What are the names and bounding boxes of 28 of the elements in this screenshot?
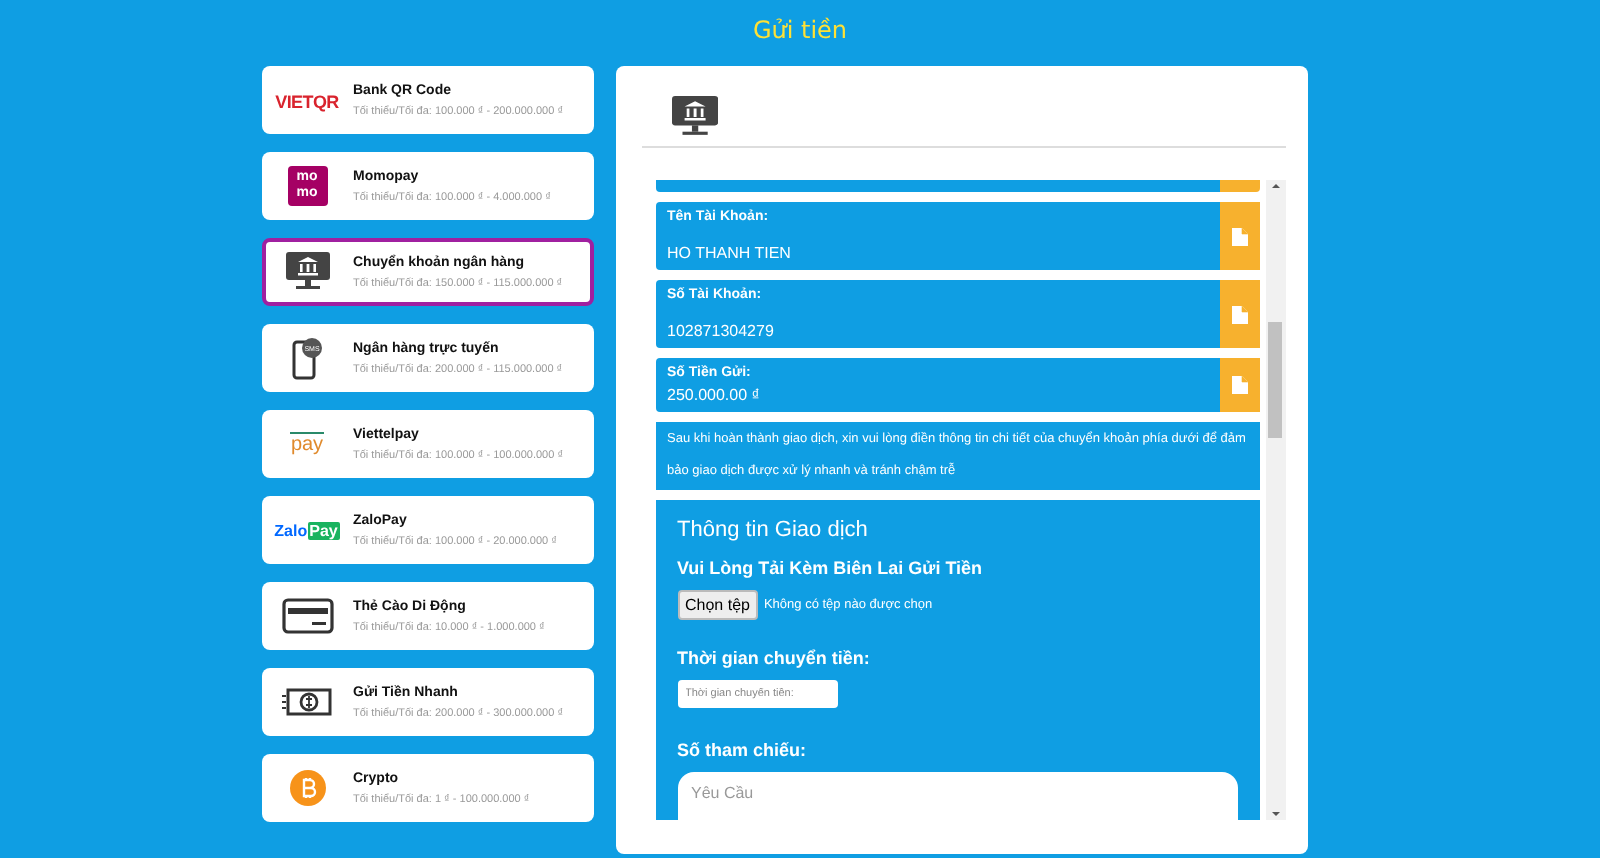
form-title: Thông tin Giao dịch [677, 518, 870, 542]
reference-input-field[interactable]: Yêu Cầu [677, 772, 1237, 820]
copy-icon [1231, 376, 1247, 394]
bank-monitor-icon [671, 95, 718, 137]
detail-value: 102871304279 [667, 322, 776, 340]
bank-monitor-icon [285, 252, 329, 292]
copy-icon [1231, 227, 1247, 245]
zalopay-logo: ZaloPay [274, 521, 340, 539]
card-icon [281, 598, 333, 634]
page-title: Gửi tiền [752, 16, 848, 48]
scrollbar[interactable] [1265, 180, 1285, 820]
copy-icon [1231, 305, 1247, 323]
viettelpay-logo: pay [290, 432, 324, 456]
detail-value: HO THANH TIEN [667, 244, 793, 262]
scroll-thumb[interactable] [1268, 322, 1282, 438]
scroll-up-icon[interactable] [1269, 180, 1281, 192]
copy-button[interactable] [1219, 280, 1259, 348]
bitcoin-icon [289, 770, 325, 806]
scroll-down-icon[interactable] [1269, 808, 1281, 820]
detail-value: 250.000.00 ₫ [667, 386, 762, 404]
copy-button[interactable] [1219, 358, 1259, 412]
choose-file-button[interactable]: Chọn tệp [677, 590, 758, 620]
copy-button[interactable] [1219, 202, 1259, 270]
cash-icon [281, 686, 333, 718]
reference-label: Số tham chiếu: [677, 740, 809, 760]
time-label: Thời gian chuyển tiền: [677, 648, 872, 668]
upload-label: Vui Lòng Tải Kèm Biên Lai Gửi Tiền [677, 558, 985, 578]
vietqr-logo: VIETQR [275, 90, 339, 116]
